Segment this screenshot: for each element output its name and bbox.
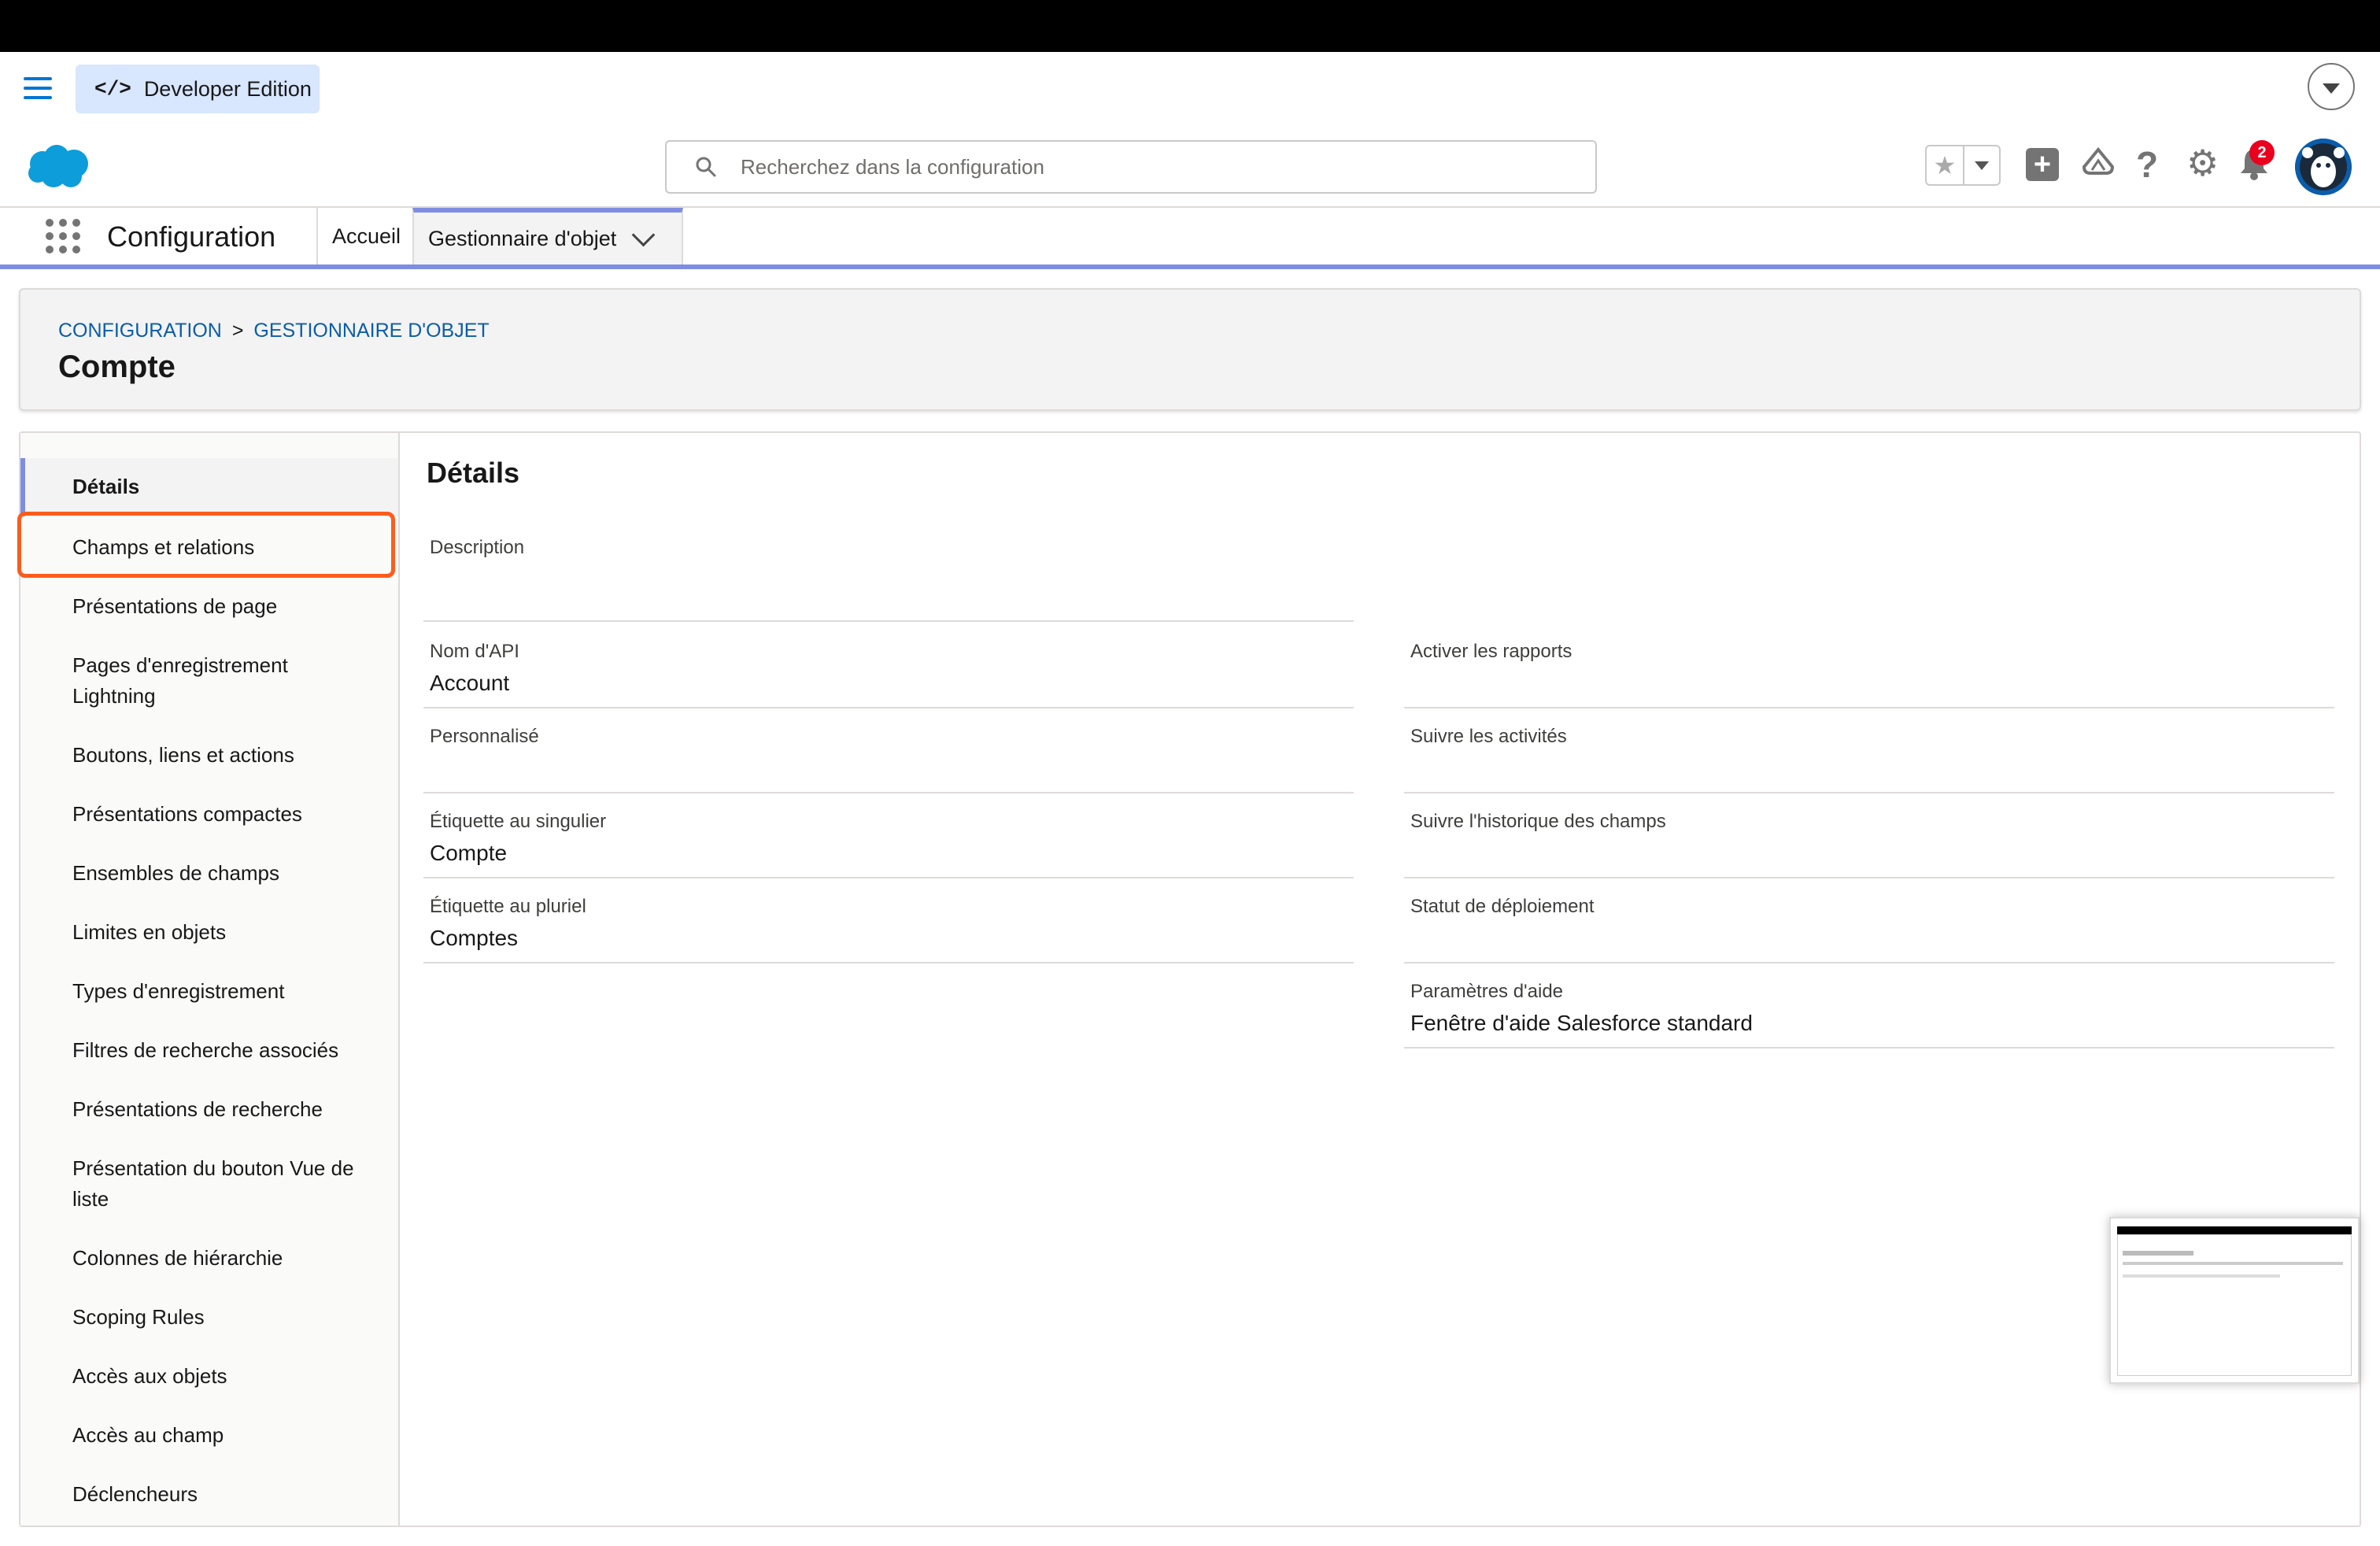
search-icon — [696, 157, 716, 177]
field-track-field-history: Suivre l'historique des champs — [1404, 800, 2334, 878]
field-label: Étiquette au pluriel — [430, 896, 586, 917]
tab-accueil[interactable]: Accueil — [316, 208, 415, 264]
notification-count-badge: 2 — [2249, 140, 2275, 165]
global-header: Recherchez dans la configuration ★ + ? ⚙… — [0, 128, 2380, 208]
tab-label: Gestionnaire d'objet — [428, 226, 617, 250]
screenshot-thumbnail[interactable] — [2109, 1217, 2360, 1384]
sidebar-item-page-layouts[interactable]: Présentations de page — [20, 591, 398, 622]
app-launcher-icon[interactable] — [46, 219, 80, 253]
help-icon[interactable]: ? — [2136, 143, 2158, 186]
salesforce-logo[interactable] — [25, 143, 93, 190]
menu-icon[interactable] — [24, 77, 52, 101]
breadcrumb: CONFIGURATION > GESTIONNAIRE D'OBJET — [58, 320, 490, 342]
thumbnail-line — [2123, 1274, 2280, 1278]
thumbnail-preview — [2117, 1234, 2352, 1376]
field-help-settings: Paramètres d'aide Fenêtre d'aide Salesfo… — [1404, 970, 2334, 1049]
field-custom: Personnalisé — [423, 715, 1354, 793]
favorites-dropdown[interactable] — [1964, 146, 1999, 184]
sidebar-item-hierarchy-columns[interactable]: Colonnes de hiérarchie — [20, 1243, 398, 1274]
field-enable-reports: Activer les rapports — [1404, 630, 2334, 708]
field-label: Suivre l'historique des champs — [1410, 811, 1666, 832]
sidebar-item-details[interactable]: Détails — [20, 458, 398, 516]
field-plural-label: Étiquette au pluriel Comptes — [423, 885, 1354, 963]
field-value: Fenêtre d'aide Salesforce standard — [1410, 1011, 1753, 1035]
app-name: Configuration — [107, 220, 276, 253]
details-content: Détails Description Nom d'API Account Pe… — [400, 433, 2360, 1526]
field-api-name: Nom d'API Account — [423, 630, 1354, 708]
field-label: Personnalisé — [430, 726, 539, 747]
highlight-box — [17, 512, 395, 578]
field-label: Paramètres d'aide — [1410, 981, 1564, 1002]
chevron-down-icon[interactable] — [631, 223, 656, 246]
thumbnail-topbar — [2117, 1226, 2352, 1234]
field-value: Compte — [430, 841, 508, 865]
page-header: CONFIGURATION > GESTIONNAIRE D'OBJET Com… — [19, 288, 2361, 411]
developer-edition-badge[interactable]: </> Developer Edition — [76, 65, 320, 113]
field-deployment-status: Statut de déploiement — [1404, 885, 2334, 963]
gear-icon[interactable]: ⚙ — [2186, 142, 2219, 184]
chevron-down-icon — [1975, 161, 1989, 170]
dropdown-circle-button[interactable] — [2308, 63, 2355, 110]
sidebar-item-scoping-rules[interactable]: Scoping Rules — [20, 1302, 398, 1333]
sidebar-item-record-types[interactable]: Types d'enregistrement — [20, 976, 398, 1007]
thumbnail-line — [2123, 1262, 2343, 1265]
page-title: Compte — [58, 350, 176, 384]
object-detail-panel: Détails Champs et relations Présentation… — [17, 431, 2361, 1527]
trailhead-icon[interactable] — [2081, 146, 2116, 181]
sidebar-item-list-view-button-layout[interactable]: Présentation du bouton Vue de liste — [20, 1153, 398, 1215]
search-placeholder: Recherchez dans la configuration — [741, 154, 1044, 179]
breadcrumb-configuration[interactable]: CONFIGURATION — [58, 320, 222, 342]
field-label: Suivre les activités — [1410, 726, 1567, 747]
tab-object-manager[interactable]: Gestionnaire d'objet — [412, 208, 683, 264]
sidebar-item-buttons-links-actions[interactable]: Boutons, liens et actions — [20, 740, 398, 771]
sidebar-item-field-sets[interactable]: Ensembles de champs — [20, 858, 398, 889]
field-track-activities: Suivre les activités — [1404, 715, 2334, 793]
field-label: Description — [430, 537, 525, 558]
breadcrumb-object-manager[interactable]: GESTIONNAIRE D'OBJET — [253, 320, 489, 342]
global-actions-plus-icon[interactable]: + — [2026, 148, 2059, 181]
edition-label: Developer Edition — [143, 76, 312, 101]
chevron-down-icon — [2323, 83, 2340, 94]
field-singular-label: Étiquette au singulier Compte — [423, 800, 1354, 878]
object-sidebar: Détails Champs et relations Présentation… — [17, 433, 400, 1526]
thumbnail-line — [2123, 1251, 2193, 1256]
field-value: Account — [430, 671, 510, 695]
user-avatar[interactable] — [2295, 139, 2352, 195]
favorites-button-group[interactable]: ★ — [1925, 145, 2001, 186]
details-heading: Détails — [427, 457, 520, 489]
field-value: Comptes — [430, 926, 519, 950]
field-label: Étiquette au singulier — [430, 811, 607, 832]
field-label: Nom d'API — [430, 641, 519, 662]
field-label: Statut de déploiement — [1410, 896, 1595, 917]
sidebar-item-lightning-record-pages[interactable]: Pages d'enregistrement Lightning — [20, 650, 398, 712]
sidebar-item-related-lookup-filters[interactable]: Filtres de recherche associés — [20, 1035, 398, 1066]
top-black-bar — [0, 0, 2380, 52]
sidebar-item-object-access[interactable]: Accès aux objets — [20, 1361, 398, 1392]
breadcrumb-separator: > — [231, 320, 244, 342]
field-label: Activer les rapports — [1410, 641, 1572, 662]
developer-bar: </> Developer Edition — [0, 52, 2380, 129]
field-description: Description — [423, 526, 1354, 622]
app-navigation-bar: Configuration Accueil Gestionnaire d'obj… — [0, 208, 2380, 269]
sidebar-item-search-layouts[interactable]: Présentations de recherche — [20, 1094, 398, 1125]
sidebar-item-compact-layouts[interactable]: Présentations compactes — [20, 799, 398, 830]
sidebar-item-field-access[interactable]: Accès au champ — [20, 1420, 398, 1451]
star-icon[interactable]: ★ — [1927, 146, 1964, 184]
setup-search-input[interactable]: Recherchez dans la configuration — [665, 140, 1597, 194]
code-icon: </> — [94, 77, 131, 101]
sidebar-item-triggers[interactable]: Déclencheurs — [20, 1479, 398, 1510]
sidebar-item-object-limits[interactable]: Limites en objets — [20, 917, 398, 948]
